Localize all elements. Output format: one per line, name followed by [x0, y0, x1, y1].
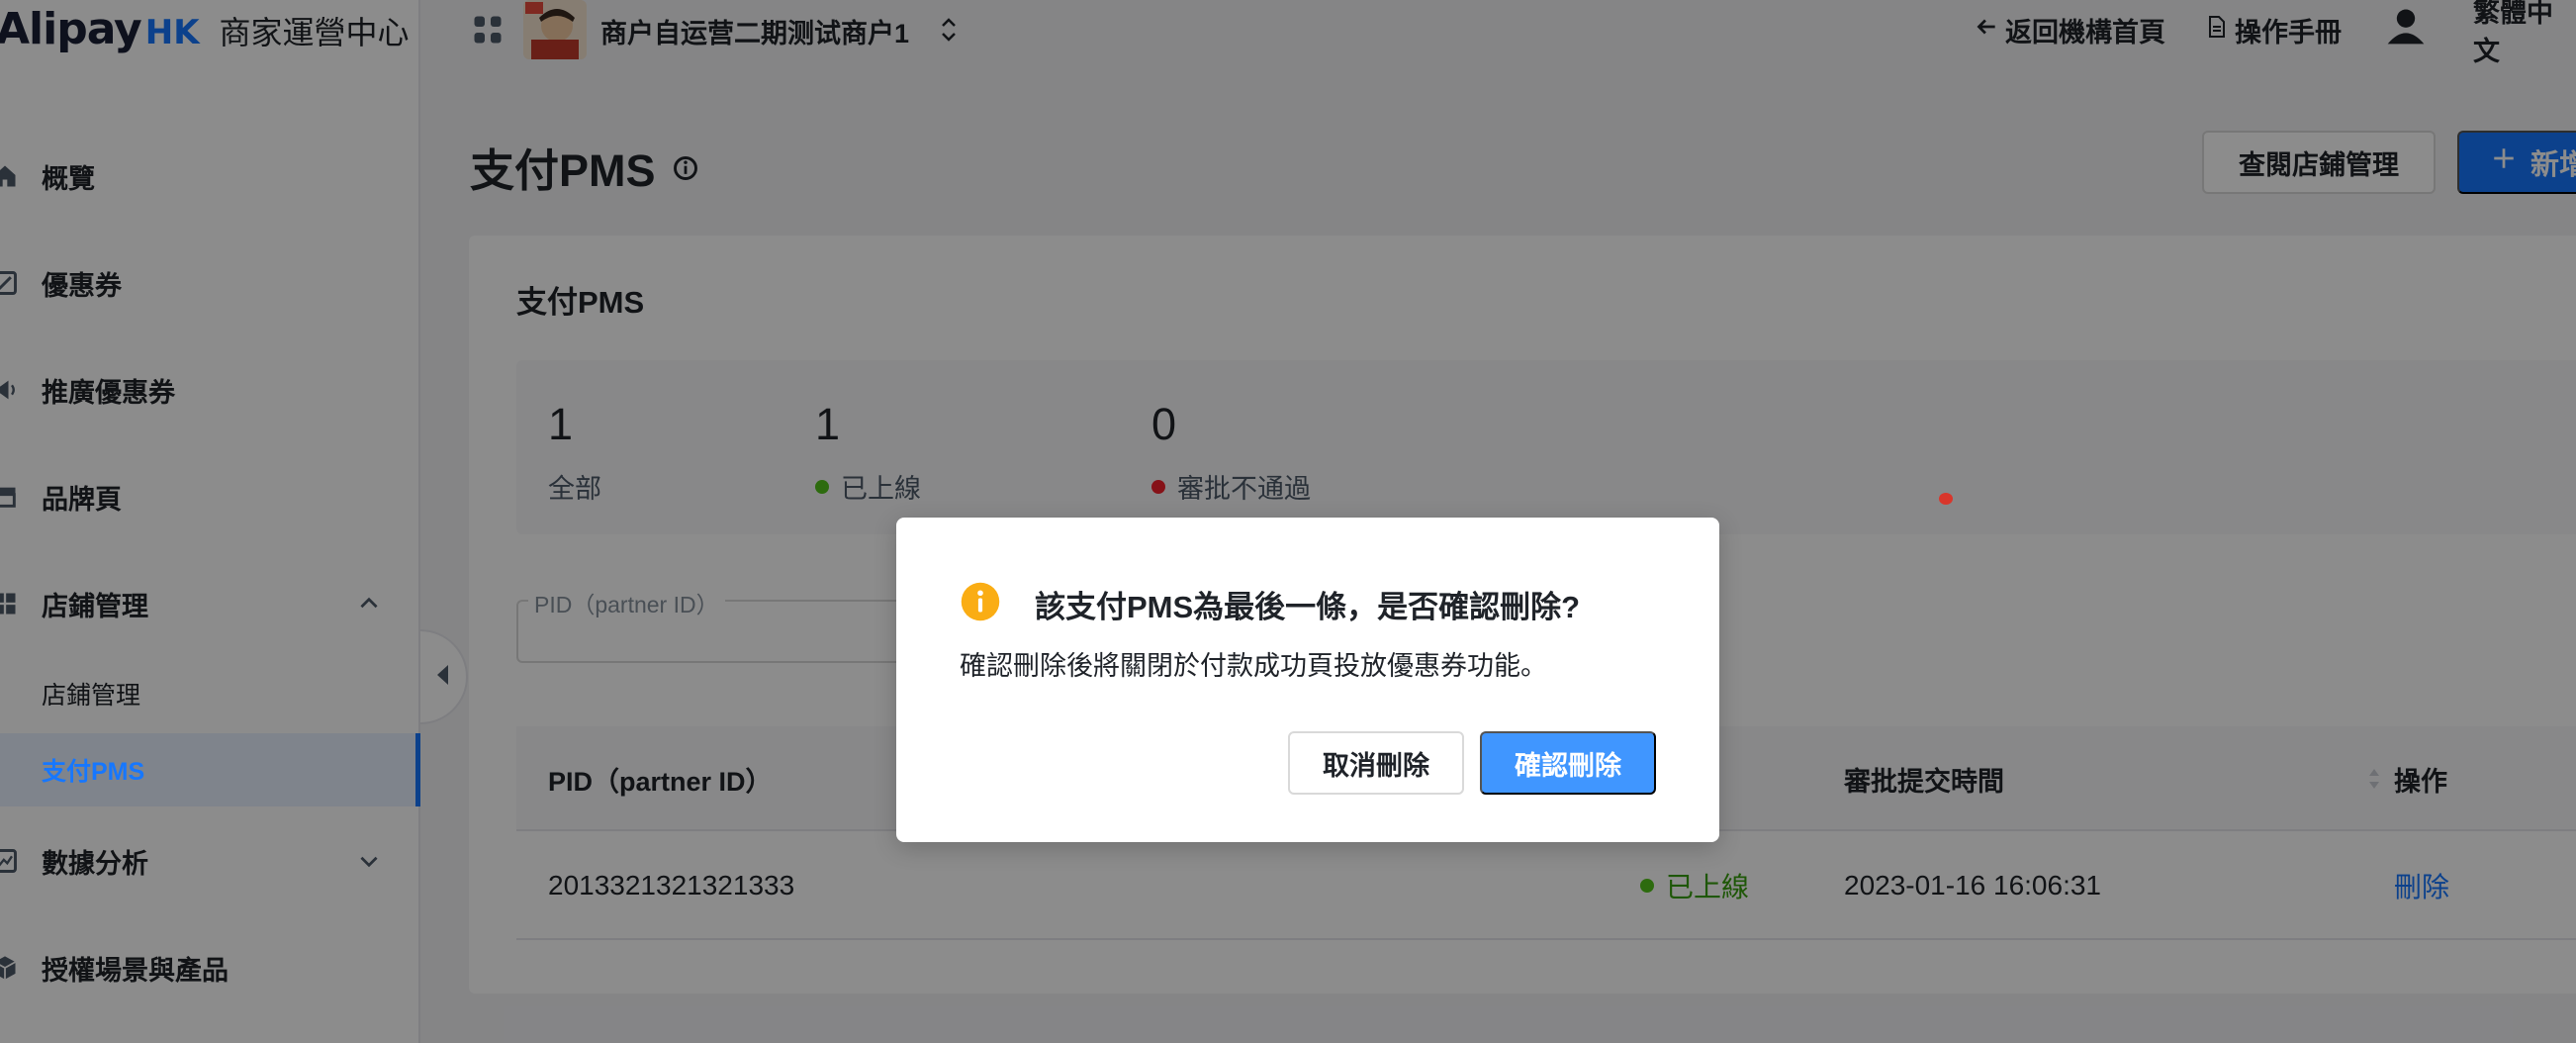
cursor-marker: [1939, 493, 1953, 505]
modal-title: 該支付PMS為最後一條，是否確認刪除?: [1035, 590, 1581, 624]
confirm-delete-button[interactable]: 確認刪除: [1480, 731, 1656, 795]
cancel-delete-button[interactable]: 取消刪除: [1288, 731, 1464, 795]
modal-content: 確認刪除後將關閉於付款成功頁投放優惠券功能。: [960, 651, 1547, 681]
sidebar-subitem-label: 支付PMS: [42, 758, 145, 786]
confirm-delete-modal: 該支付PMS為最後一條，是否確認刪除? 確認刪除後將關閉於付款成功頁投放優惠券功…: [896, 518, 1719, 842]
exclamation-circle-icon: [960, 581, 1001, 622]
